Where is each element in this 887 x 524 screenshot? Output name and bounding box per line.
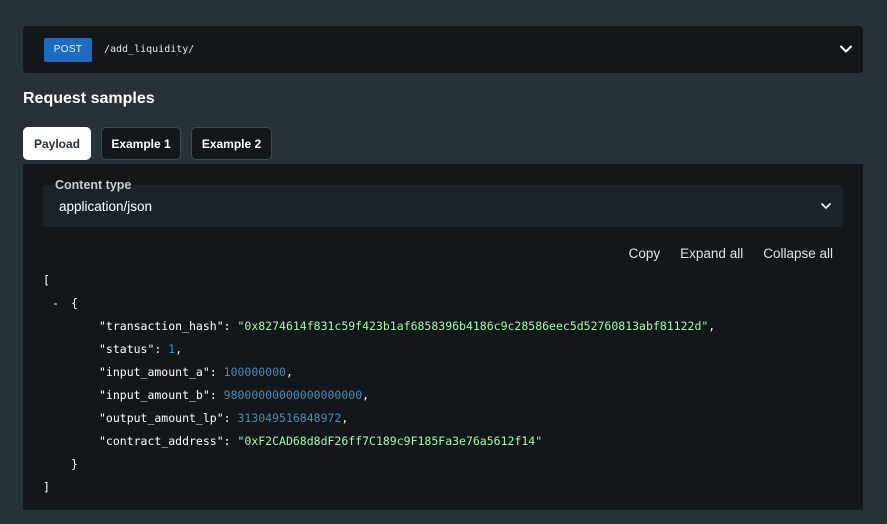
json-key: "output_amount_lp" <box>99 411 224 425</box>
content-type-select[interactable]: Content type application/json <box>43 178 843 227</box>
tab-payload[interactable]: Payload <box>23 127 91 160</box>
json-value: "0x8274614f831c59f423b1af6858396b4186c9c… <box>237 319 709 333</box>
sample-panel: Content type application/json Copy Expan… <box>23 164 863 510</box>
json-field: "transaction_hash": "0x8274614f831c59f42… <box>99 319 716 333</box>
json-field: "output_amount_lp": 313049516848972, <box>99 411 349 425</box>
tab-example-2[interactable]: Example 2 <box>191 127 272 160</box>
json-field: "contract_address": "0xF2CAD68d8dF26ff7C… <box>99 434 543 448</box>
open-bracket: [ <box>43 273 50 287</box>
json-value: 100000000 <box>223 365 286 379</box>
section-title: Request samples <box>23 90 155 107</box>
json-field: "status": 1, <box>99 342 183 356</box>
json-field: "input_amount_a": 100000000, <box>99 365 293 379</box>
json-key: "input_amount_a" <box>99 365 210 379</box>
json-value: 313049516848972 <box>237 411 342 425</box>
close-bracket: ] <box>43 480 50 494</box>
collapse-toggle[interactable]: - <box>52 295 59 311</box>
endpoint-path: /add_liquidity/ <box>104 44 195 55</box>
json-value: 98000000000000000000 <box>223 388 363 402</box>
json-field: "input_amount_b": 98000000000000000000, <box>99 388 370 402</box>
json-value: "0xF2CAD68d8dF26ff7C189c9F185Fa3e76a5612… <box>237 434 543 448</box>
json-key: "contract_address" <box>99 434 224 448</box>
code-actions: Copy Expand all Collapse all <box>629 246 833 261</box>
endpoint-bar[interactable]: POST /add_liquidity/ <box>23 26 863 73</box>
copy-button[interactable]: Copy <box>629 246 661 261</box>
chevron-down-icon[interactable] <box>839 42 853 56</box>
content-type-value: application/json <box>59 199 153 214</box>
json-key: "input_amount_b" <box>99 388 210 402</box>
close-brace: } <box>71 457 78 471</box>
expand-all-button[interactable]: Expand all <box>680 246 743 261</box>
chevron-down-icon <box>821 203 831 209</box>
tab-example-1[interactable]: Example 1 <box>101 127 181 160</box>
json-key: "status" <box>99 342 155 356</box>
collapse-all-button[interactable]: Collapse all <box>763 246 833 261</box>
json-key: "transaction_hash" <box>99 319 224 333</box>
content-type-label: Content type <box>55 178 132 192</box>
open-brace: { <box>71 296 78 310</box>
http-method-badge: POST <box>44 37 92 62</box>
